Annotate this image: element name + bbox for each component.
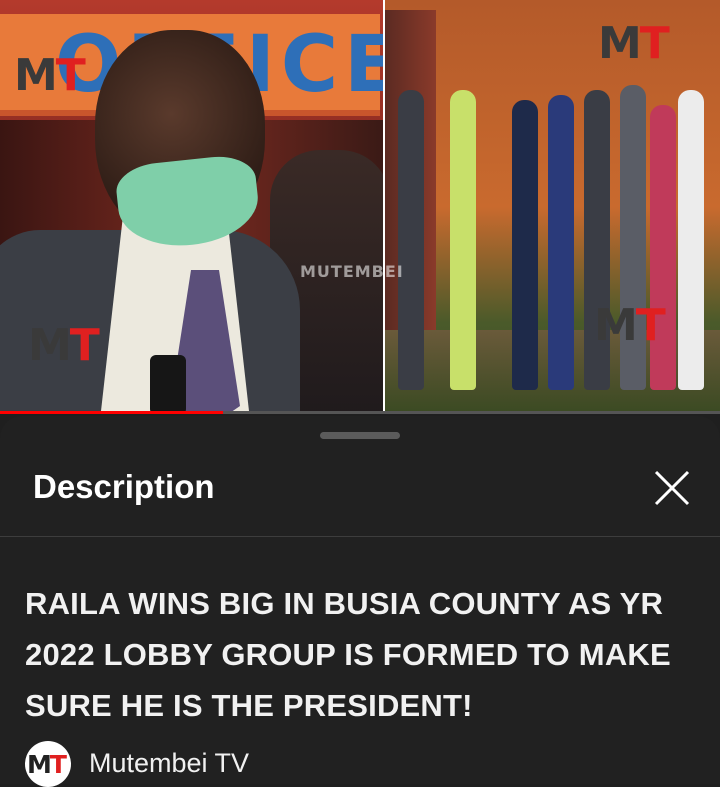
group-member xyxy=(678,90,704,390)
video-frame-left: OFFICE MT MT xyxy=(0,0,384,414)
description-sheet: Description RAILA WINS BIG IN BUSIA COUN… xyxy=(0,416,720,787)
progress-bar[interactable] xyxy=(0,411,720,414)
frame-divider xyxy=(383,0,385,414)
close-icon xyxy=(654,470,690,506)
avatar[interactable]: MT xyxy=(25,741,71,787)
drag-handle[interactable] xyxy=(320,432,400,439)
channel-logo-watermark: MT xyxy=(14,50,86,101)
watermark-text: MUTEMBEI xyxy=(300,262,404,281)
group-member xyxy=(512,100,538,390)
video-player[interactable]: OFFICE MT MT MT MT MUTEMBEI xyxy=(0,0,720,414)
video-frame-right: MT MT xyxy=(384,0,720,414)
video-title: RAILA WINS BIG IN BUSIA COUNTY AS YR 202… xyxy=(25,586,671,723)
channel-logo-watermark: MT xyxy=(594,300,666,351)
channel-name[interactable]: Mutembei TV xyxy=(89,748,249,779)
sheet-title: Description xyxy=(33,468,215,505)
channel-logo-watermark: MT xyxy=(598,18,670,69)
avatar-logo: MT xyxy=(27,750,67,779)
group-member xyxy=(548,95,574,390)
channel-row[interactable]: MT Mutembei TV xyxy=(25,738,425,787)
microphone xyxy=(150,355,186,414)
close-button[interactable] xyxy=(650,466,694,510)
group-member xyxy=(398,90,424,390)
channel-logo-watermark: MT xyxy=(28,320,100,371)
divider xyxy=(0,536,720,537)
progress-bar-fill xyxy=(0,411,224,414)
group-member xyxy=(450,90,476,390)
